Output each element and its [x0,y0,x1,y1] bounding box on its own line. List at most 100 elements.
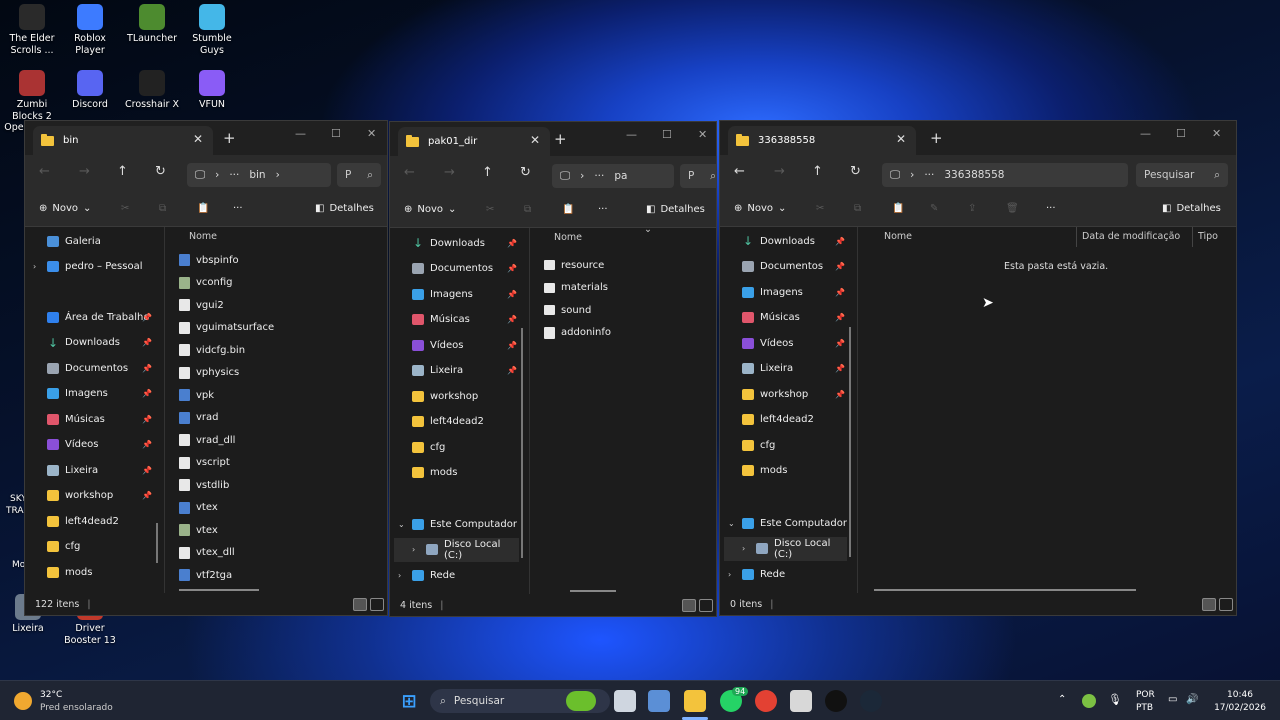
sidebar-item[interactable]: mods [390,461,529,485]
back-icon[interactable]: ← [39,164,50,179]
sidebar-item[interactable]: Documentos 📌 [390,257,529,281]
new-button[interactable]: ⊕ Novo ⌄ [734,203,786,214]
sidebar-item[interactable]: Documentos 📌 [720,255,857,279]
sidebar-item[interactable]: workshop [390,384,529,408]
vertical-scrollbar[interactable] [849,327,851,557]
app-icon[interactable] [790,690,812,712]
close-tab-icon[interactable]: ✕ [530,133,540,147]
desktop-shortcut[interactable]: Discord [58,70,122,111]
new-button[interactable]: ⊕ Novo ⌄ [404,204,456,215]
close-window-icon[interactable]: ✕ [367,127,376,140]
pin-icon[interactable]: 📌 [507,366,517,375]
file-item[interactable]: vscript [179,452,230,474]
pin-icon[interactable]: 📌 [835,390,845,399]
pin-icon[interactable]: 📌 [835,313,845,322]
pin-icon[interactable]: 📌 [507,264,517,273]
more-options-icon[interactable]: ··· [233,203,243,214]
sidebar-item[interactable]: Vídeos 📌 [720,331,857,355]
minimize-icon[interactable]: — [1140,127,1151,140]
tray-app-icon[interactable] [1082,694,1096,708]
close-tab-icon[interactable]: ✕ [193,132,203,146]
desktop-shortcut[interactable]: The Elder Scrolls ... [0,4,64,56]
pin-icon[interactable]: 📌 [507,341,517,350]
column-header-name[interactable]: Nome [554,232,582,243]
pin-icon[interactable]: 📌 [142,389,152,398]
file-item[interactable]: vrad_dll [179,429,235,451]
tree-item[interactable]: › Rede [720,562,857,586]
close-window-icon[interactable]: ✕ [698,128,707,141]
sidebar-item[interactable]: Vídeos 📌 [25,433,164,457]
pin-icon[interactable]: 📌 [835,288,845,297]
desktop-shortcut[interactable]: Crosshair X [120,70,184,111]
horizontal-scrollbar[interactable] [570,590,616,592]
new-tab-icon[interactable]: + [554,130,567,148]
column-header-date[interactable]: Data de modificação [1082,231,1180,242]
file-item[interactable]: vrad [179,407,219,429]
details-button[interactable]: ◧ Detalhes [646,204,705,215]
language-bottom[interactable]: PTB [1136,702,1153,714]
sidebar-item[interactable]: cfg [390,435,529,459]
sidebar-item[interactable]: Imagens 📌 [390,282,529,306]
pin-icon[interactable]: 📌 [835,237,845,246]
rename-icon[interactable]: ✎ [930,203,938,214]
file-item[interactable]: vstdlib [179,474,229,496]
weather-desc[interactable]: Pred ensolarado [40,702,113,714]
windows-start-icon[interactable]: ⊞ [398,690,420,712]
paste-icon[interactable]: 📋 [197,203,209,214]
chevron-right-icon[interactable]: › [742,544,756,553]
refresh-icon[interactable]: ↻ [520,165,531,180]
tree-item[interactable]: › Disco Local (C:) [724,536,847,561]
sidebar-item[interactable]: Imagens 📌 [25,382,164,406]
tree-item[interactable]: › Disco Local (C:) [394,537,519,562]
search-highlight-icon[interactable] [566,691,596,711]
new-tab-icon[interactable]: + [930,129,943,147]
file-item[interactable]: vguimatsurface [179,317,274,339]
pin-icon[interactable]: 📌 [142,466,152,475]
refresh-icon[interactable]: ↻ [850,164,861,179]
forward-icon[interactable]: → [79,164,90,179]
address-bar[interactable]: 🖵 › ··· pa [552,164,674,188]
clock-time[interactable]: 10:46 [1214,689,1266,701]
up-icon[interactable]: ↑ [812,164,823,179]
close-window-icon[interactable]: ✕ [1212,127,1221,140]
address-bar[interactable]: 🖵 › ··· 336388558 [882,163,1128,187]
chevron-right-icon[interactable]: › [398,571,412,580]
pin-icon[interactable]: 📌 [507,290,517,299]
pin-icon[interactable]: 📌 [142,415,152,424]
minimize-icon[interactable]: — [295,127,306,140]
desktop-shortcut[interactable]: Stumble Guys [180,4,244,56]
column-header-name[interactable]: Nome [189,231,217,242]
sidebar-item[interactable]: cfg [25,535,164,559]
maximize-icon[interactable]: ☐ [662,128,672,141]
cut-icon[interactable]: ✂ [121,203,129,214]
pin-icon[interactable]: 📌 [142,338,152,347]
tab-336388558[interactable]: 336388558 ✕ [728,126,916,155]
desktop-shortcut[interactable]: Roblox Player [58,4,122,56]
details-view-icon[interactable] [1202,598,1216,611]
sidebar-item[interactable]: Galeria [25,229,164,253]
more-options-icon[interactable]: ··· [598,204,608,215]
copy-icon[interactable]: ⧉ [854,203,861,214]
share-icon[interactable]: ⇪ [968,203,976,214]
new-button[interactable]: ⊕ Novo ⌄ [39,203,91,214]
file-item[interactable]: vidcfg.bin [179,339,245,361]
refresh-icon[interactable]: ↻ [155,164,166,179]
sidebar-item[interactable]: mods [720,459,857,483]
chevron-right-icon[interactable]: › [412,545,426,554]
pin-icon[interactable]: 📌 [142,364,152,373]
volume-icon[interactable]: 🔊 [1186,694,1198,706]
copy-icon[interactable]: ⧉ [159,203,166,214]
paste-icon[interactable]: 📋 [892,203,904,214]
file-item[interactable]: vtex [179,497,218,519]
search-box[interactable]: P ⌕ [680,164,716,188]
crosshair-icon[interactable] [825,690,847,712]
column-header-name[interactable]: Nome [884,231,912,242]
network-icon[interactable]: ▭ [1168,694,1177,706]
steam-icon[interactable] [860,690,882,712]
file-item[interactable]: vbspinfo [179,249,239,271]
more-icon[interactable]: ··· [229,169,239,181]
cut-icon[interactable]: ✂ [816,203,824,214]
search-box[interactable]: P ⌕ [337,163,381,187]
up-icon[interactable]: ↑ [117,164,128,179]
sidebar-item[interactable]: Lixeira 📌 [25,458,164,482]
